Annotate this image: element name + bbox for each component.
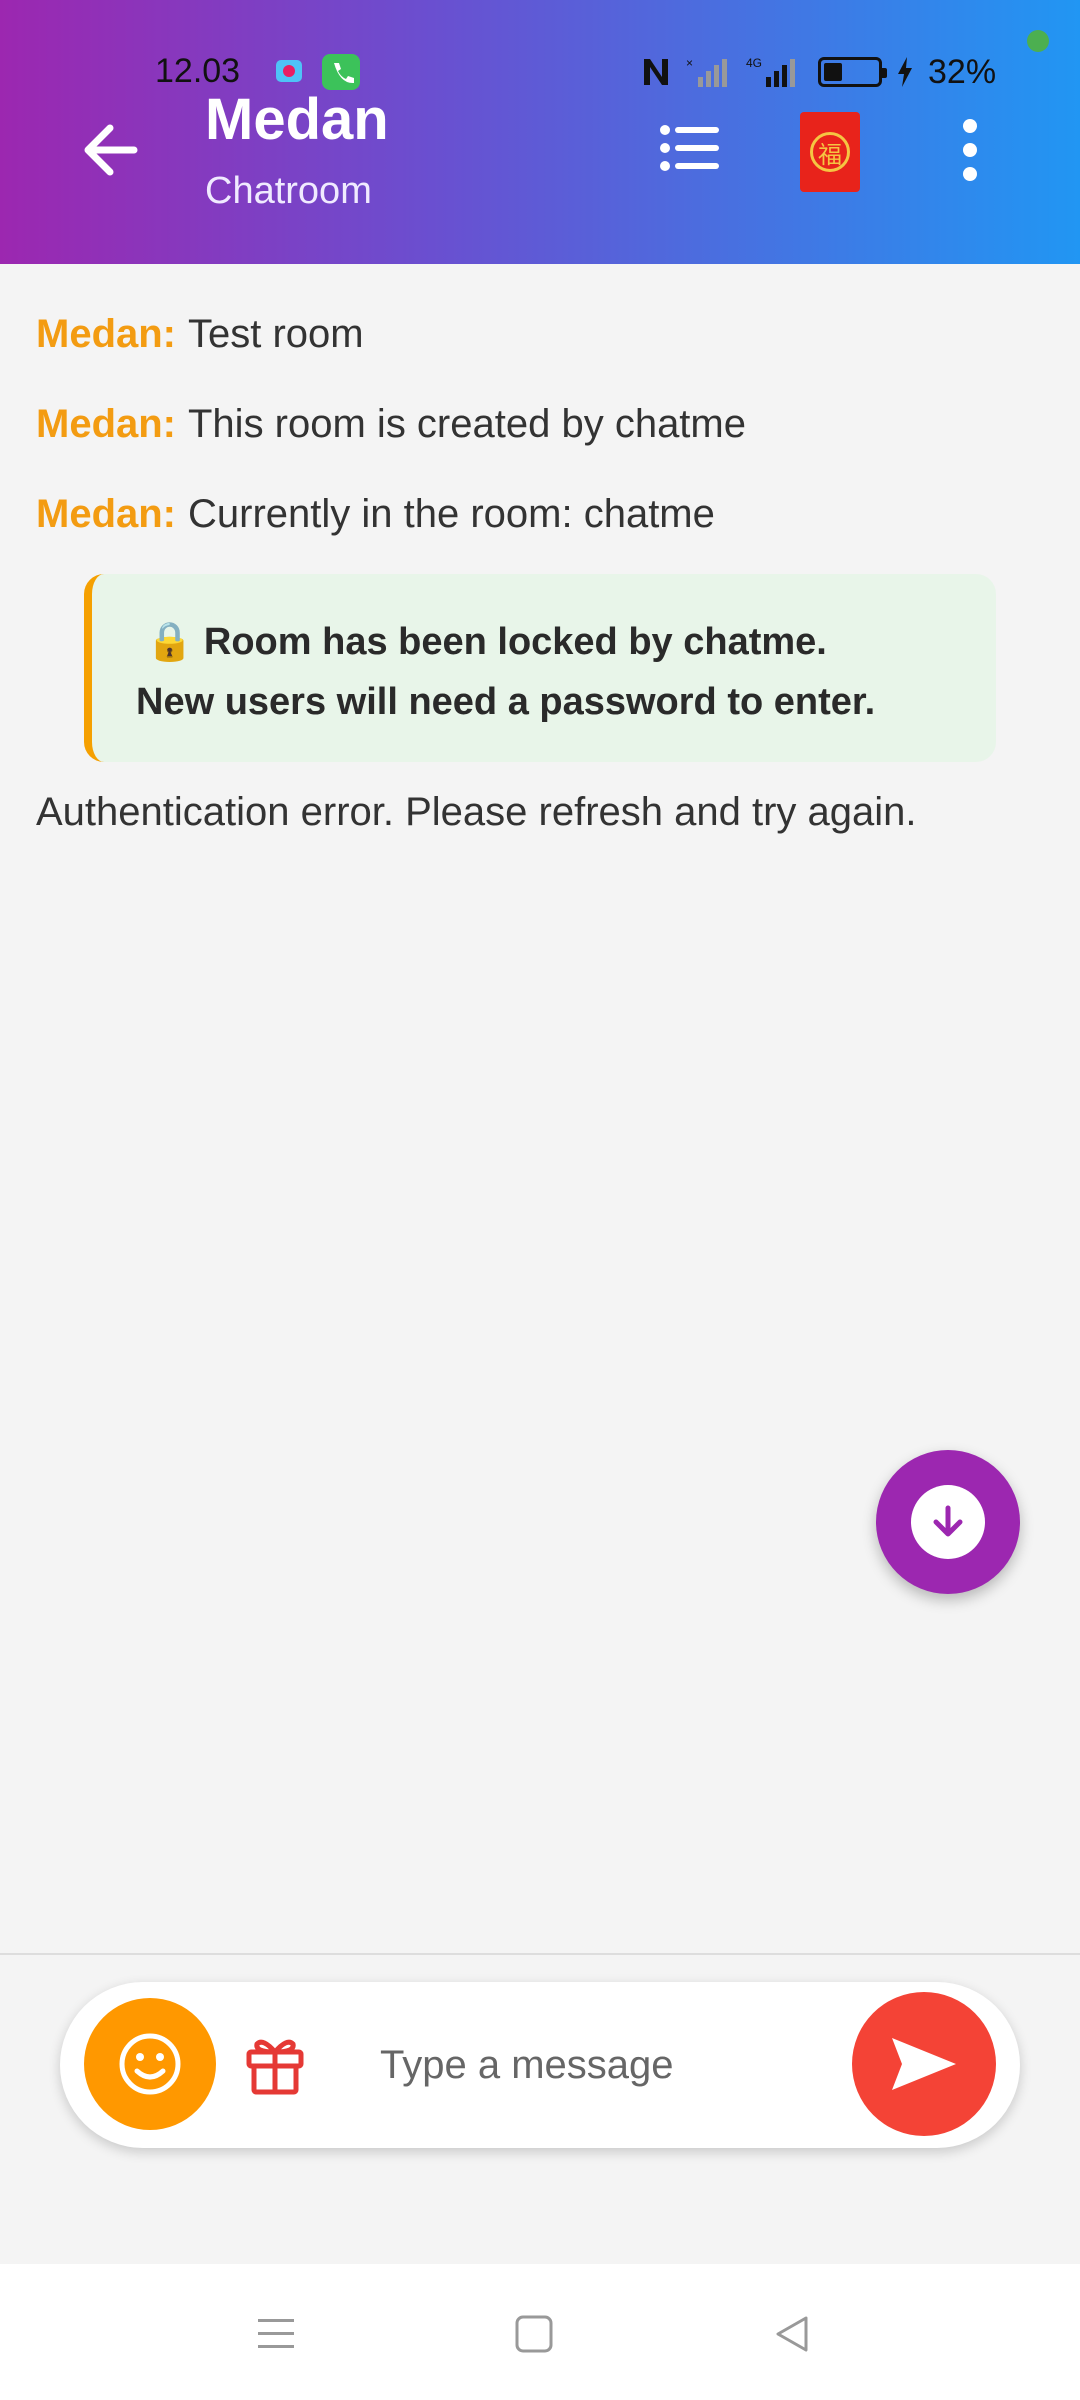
message-sender[interactable]: Medan: bbox=[36, 312, 176, 356]
smiley-icon bbox=[119, 2033, 181, 2095]
gift-button[interactable] bbox=[240, 2030, 310, 2100]
recents-button[interactable] bbox=[246, 2304, 306, 2364]
gift-icon bbox=[246, 2039, 304, 2095]
svg-text:×: × bbox=[686, 56, 693, 70]
message-text: Currently in the room: chatme bbox=[188, 492, 715, 536]
room-subtitle: Chatroom bbox=[205, 170, 372, 212]
arrow-left-icon bbox=[84, 124, 138, 176]
send-button[interactable] bbox=[852, 1992, 996, 2136]
status-bar: 12.03 × 4G 32% bbox=[0, 48, 1080, 98]
more-vertical-icon bbox=[963, 119, 977, 133]
message-sender[interactable]: Medan: bbox=[36, 402, 176, 446]
privacy-indicator-dot bbox=[1027, 30, 1049, 52]
notification-app-icon bbox=[276, 60, 302, 82]
network-type-label: 4G bbox=[746, 56, 762, 70]
message-sender[interactable]: Medan: bbox=[36, 492, 176, 536]
notice-line-1: 🔒 Room has been locked by chatme. bbox=[146, 621, 827, 663]
battery-icon bbox=[818, 57, 887, 87]
battery-percent: 32% bbox=[928, 52, 997, 91]
notice-line-2: New users will need a password to enter. bbox=[136, 681, 876, 723]
room-title: Medan bbox=[205, 87, 389, 152]
menu-icon bbox=[258, 2319, 294, 2348]
back-button[interactable] bbox=[70, 110, 150, 190]
message-text: This room is created by chatme bbox=[188, 402, 746, 446]
message-text: Test room bbox=[188, 312, 364, 356]
red-envelope-button[interactable]: 福 bbox=[800, 112, 860, 192]
home-square-icon bbox=[515, 2315, 553, 2353]
emoji-button[interactable] bbox=[84, 1998, 216, 2130]
home-button[interactable] bbox=[504, 2304, 564, 2364]
system-nav-bar bbox=[0, 2264, 1080, 2400]
room-locked-notice: 🔒 Room has been locked by chatme. New us… bbox=[84, 574, 996, 762]
nfc-icon bbox=[644, 59, 668, 85]
message-composer bbox=[60, 1982, 1020, 2148]
lock-icon: 🔒 bbox=[146, 621, 194, 663]
list-icon bbox=[660, 125, 719, 171]
triangle-back-icon bbox=[776, 2316, 808, 2352]
arrow-down-icon bbox=[933, 1505, 963, 1537]
error-message: Authentication error. Please refresh and… bbox=[36, 790, 917, 834]
message-item: Medan: Test room bbox=[36, 300, 1046, 390]
phone-call-icon bbox=[322, 54, 360, 90]
charging-icon bbox=[898, 57, 912, 87]
message-item: Medan: Currently in the room: chatme bbox=[36, 480, 1046, 570]
message-input[interactable] bbox=[380, 2030, 860, 2100]
message-item: Medan: This room is created by chatme bbox=[36, 390, 1046, 480]
message-list: Medan: Test room Medan: This room is creat… bbox=[36, 300, 1046, 570]
member-list-button[interactable] bbox=[650, 112, 730, 184]
app-header: 12.03 × 4G 32% Medan Chatroom 福 bbox=[0, 0, 1080, 264]
status-right-group: × 4G 32% bbox=[640, 52, 996, 92]
back-nav-button[interactable] bbox=[762, 2304, 822, 2364]
signal-sim1-icon: × bbox=[686, 56, 727, 87]
signal-sim2-icon: 4G bbox=[746, 56, 795, 87]
send-icon bbox=[892, 2038, 956, 2090]
red-envelope-icon: 福 bbox=[810, 132, 850, 172]
more-options-button[interactable] bbox=[940, 110, 1000, 190]
scroll-to-bottom-button[interactable] bbox=[876, 1450, 1020, 1594]
composer-divider bbox=[0, 1953, 1080, 1955]
